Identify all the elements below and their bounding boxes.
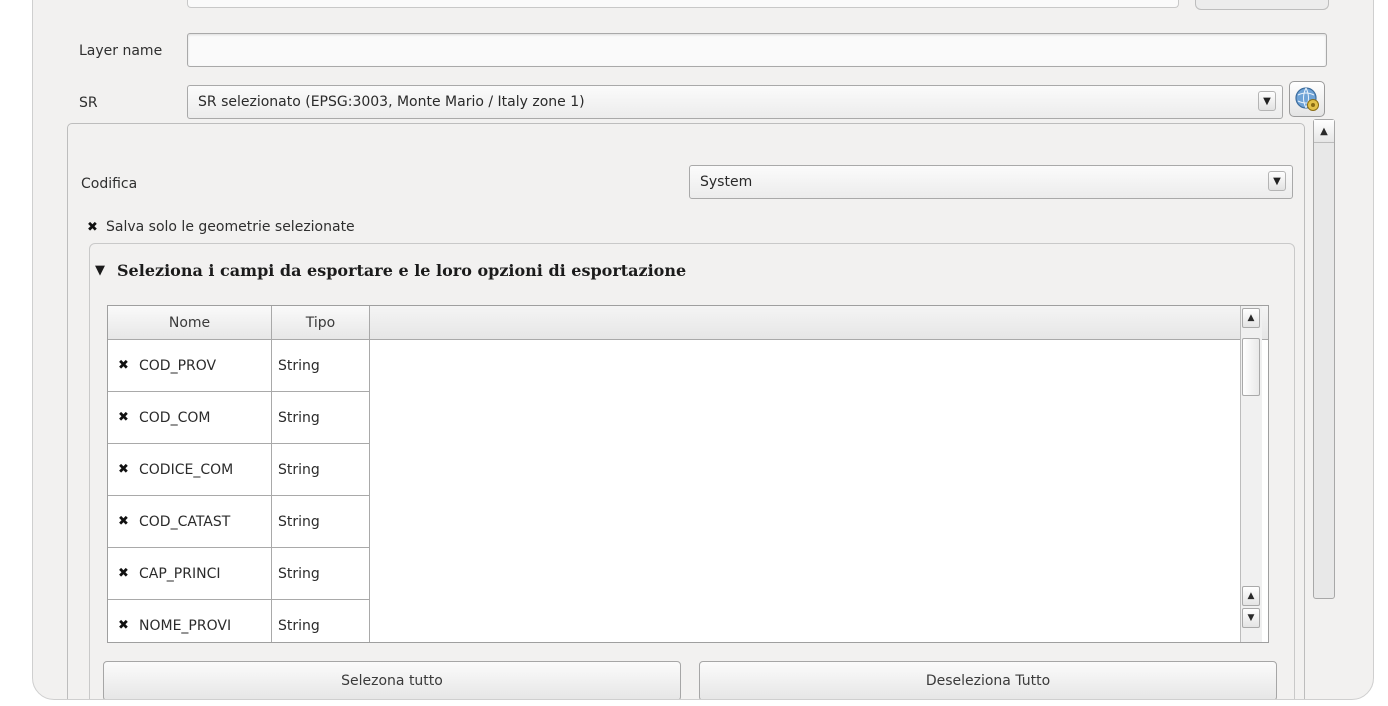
layer-name-input[interactable] bbox=[187, 33, 1327, 67]
collapse-arrow-icon[interactable]: ▼ bbox=[95, 263, 105, 278]
encoding-dropdown-arrow-icon[interactable]: ▼ bbox=[1268, 171, 1286, 191]
field-type: String bbox=[272, 496, 370, 548]
field-name: COD_CATAST bbox=[139, 513, 231, 530]
select-all-button[interactable]: Selezona tutto bbox=[103, 661, 681, 699]
table-row[interactable]: ✖ COD_CATAST String bbox=[108, 496, 370, 548]
table-scroll-down-icon[interactable]: ▼ bbox=[1242, 608, 1260, 628]
table-row[interactable]: ✖ COD_COM String bbox=[108, 392, 370, 444]
table-scroll-up-icon[interactable]: ▲ bbox=[1242, 586, 1260, 606]
fields-group-title: Seleziona i campi da esportare e le loro… bbox=[117, 261, 687, 280]
row-checkbox[interactable]: ✖ bbox=[116, 358, 131, 373]
fields-group-header[interactable]: ▼ Seleziona i campi da esportare e le lo… bbox=[93, 261, 695, 280]
row-checkbox[interactable]: ✖ bbox=[116, 618, 131, 633]
layer-name-label: Layer name bbox=[79, 43, 163, 59]
sr-picker-button[interactable] bbox=[1289, 81, 1325, 117]
row-checkbox[interactable]: ✖ bbox=[116, 514, 131, 529]
field-name: CAP_PRINCI bbox=[139, 565, 221, 582]
row-checkbox[interactable]: ✖ bbox=[116, 410, 131, 425]
encoding-label: Codifica bbox=[81, 176, 138, 192]
field-name: CODICE_COM bbox=[139, 461, 234, 478]
table-row[interactable]: ✖ COD_PROV String bbox=[108, 340, 370, 392]
field-type: String bbox=[272, 600, 370, 642]
save-selected-checkbox-row[interactable]: ✖ Salva solo le geometrie selezionate bbox=[85, 219, 355, 235]
column-header-filler bbox=[370, 306, 1268, 340]
previous-browse-button[interactable] bbox=[1195, 0, 1329, 10]
table-scroll-thumb[interactable] bbox=[1242, 338, 1260, 396]
panel-scrollbar[interactable]: ▲ bbox=[1313, 119, 1335, 599]
table-scrollbar[interactable]: ▲ ▲ ▼ bbox=[1240, 306, 1262, 642]
column-header-type[interactable]: Tipo bbox=[272, 306, 370, 340]
row-checkbox[interactable]: ✖ bbox=[116, 462, 131, 477]
table-row[interactable]: ✖ CODICE_COM String bbox=[108, 444, 370, 496]
dialog-window: Layer name SR SR selezionato (EPSG:3003,… bbox=[32, 0, 1374, 700]
globe-gear-icon bbox=[1295, 87, 1319, 111]
sr-label: SR bbox=[79, 95, 98, 111]
table-scroll-up-icon[interactable]: ▲ bbox=[1242, 308, 1260, 328]
panel-scroll-up-icon[interactable]: ▲ bbox=[1314, 120, 1334, 143]
field-name: COD_COM bbox=[139, 409, 211, 426]
sr-select-value: SR selezionato (EPSG:3003, Monte Mario /… bbox=[198, 94, 585, 110]
save-selected-checkbox[interactable]: ✖ bbox=[85, 220, 100, 235]
deselect-all-button[interactable]: Deseleziona Tutto bbox=[699, 661, 1277, 699]
column-header-name[interactable]: Nome bbox=[108, 306, 272, 340]
field-type: String bbox=[272, 548, 370, 600]
encoding-select[interactable]: System ▼ bbox=[689, 165, 1293, 199]
fields-table: Nome Tipo ✖ COD_PROV String ✖ COD_COM Stri… bbox=[107, 305, 1269, 643]
encoding-select-value: System bbox=[700, 174, 753, 190]
row-checkbox[interactable]: ✖ bbox=[116, 566, 131, 581]
field-name: COD_PROV bbox=[139, 357, 217, 374]
field-type: String bbox=[272, 340, 370, 392]
field-type: String bbox=[272, 444, 370, 496]
table-row[interactable]: ✖ NOME_PROVI String bbox=[108, 600, 370, 642]
previous-input-field[interactable] bbox=[187, 0, 1179, 8]
field-type: String bbox=[272, 392, 370, 444]
save-selected-label: Salva solo le geometrie selezionate bbox=[106, 219, 355, 235]
sr-select[interactable]: SR selezionato (EPSG:3003, Monte Mario /… bbox=[187, 85, 1283, 119]
table-row[interactable]: ✖ CAP_PRINCI String bbox=[108, 548, 370, 600]
sr-dropdown-arrow-icon[interactable]: ▼ bbox=[1258, 91, 1276, 111]
field-name: NOME_PROVI bbox=[139, 617, 232, 634]
